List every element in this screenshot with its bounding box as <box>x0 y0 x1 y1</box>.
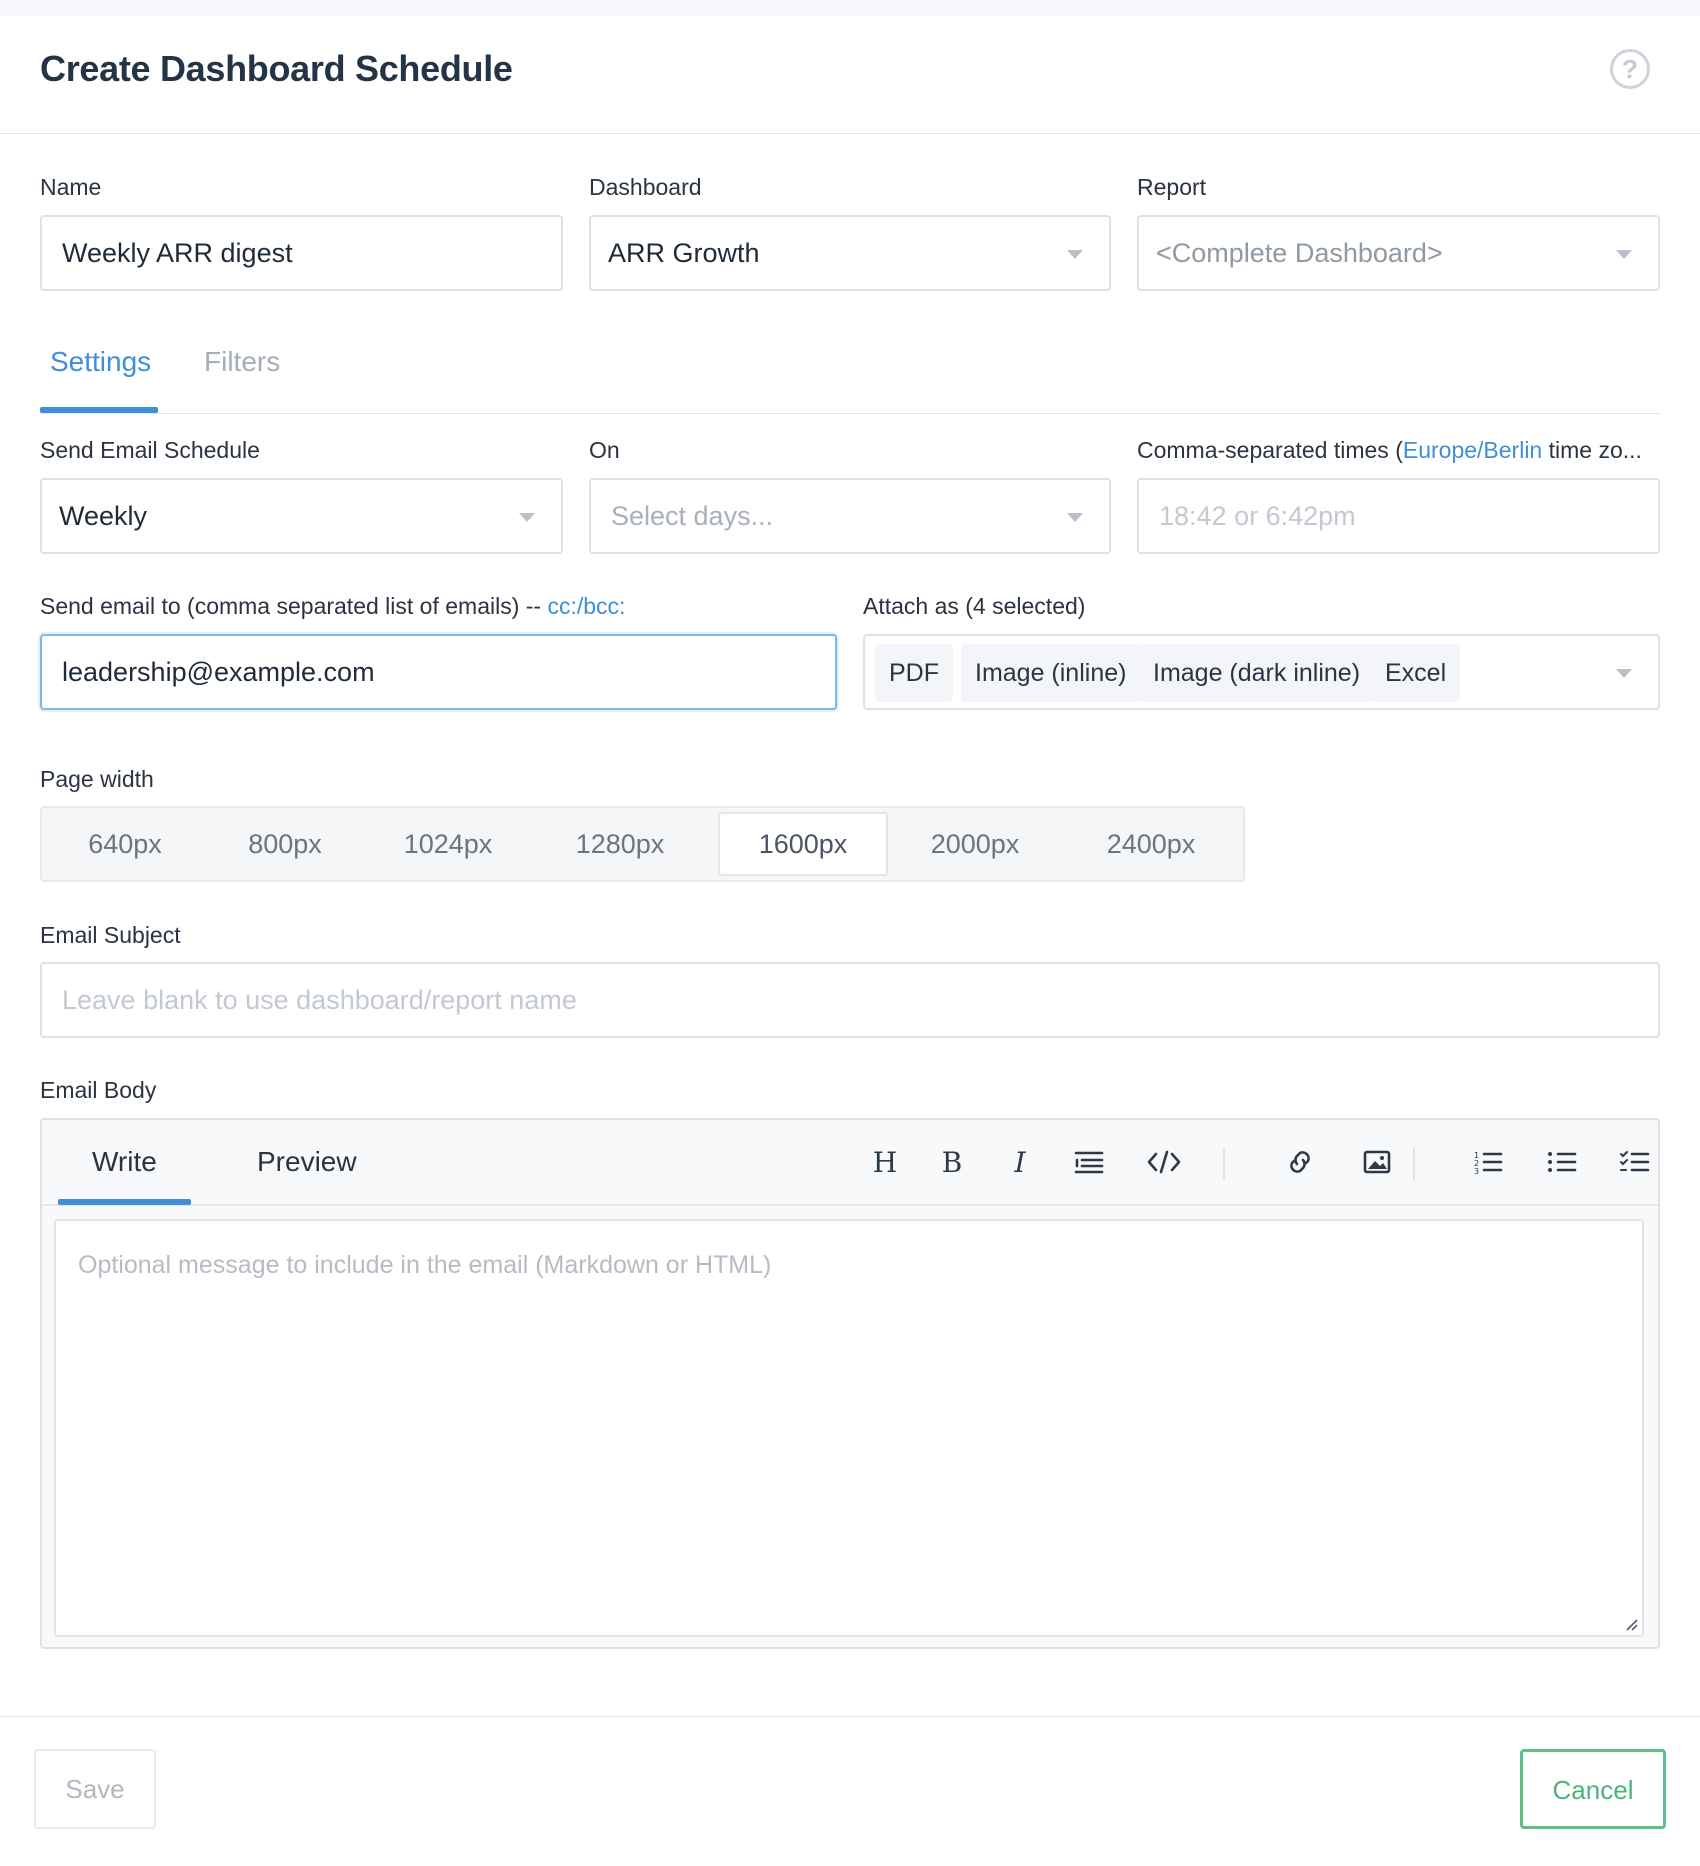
page-width-2400[interactable]: 2400px <box>1064 812 1238 876</box>
report-select[interactable]: <Complete Dashboard> <box>1137 215 1660 291</box>
report-select-placeholder: <Complete Dashboard> <box>1156 238 1443 268</box>
chevron-down-icon <box>1616 669 1632 678</box>
recipients-input[interactable]: leadership@example.com <box>40 634 837 710</box>
times-input[interactable]: 18:42 or 6:42pm <box>1137 478 1660 554</box>
active-tab-indicator <box>40 407 158 413</box>
toolbar-divider <box>1223 1148 1225 1180</box>
editor-tab-write[interactable]: Write <box>92 1146 157 1178</box>
body-label: Email Body <box>40 1077 157 1103</box>
name-input-value: Weekly ARR digest <box>62 238 293 268</box>
days-select-placeholder: Select days... <box>611 501 774 531</box>
schedule-modal: Create Dashboard Schedule ? Name Weekly … <box>0 16 1700 1866</box>
times-label: Comma-separated times (Europe/Berlin tim… <box>1137 437 1642 464</box>
page-width-segmented: 640px 800px 1024px 1280px 1600px 2000px … <box>40 806 1245 882</box>
code-icon[interactable] <box>1144 1142 1184 1182</box>
ordered-list-icon[interactable]: 123 <box>1468 1142 1508 1182</box>
dashboard-select[interactable]: ARR Growth <box>589 215 1111 291</box>
times-input-placeholder: 18:42 or 6:42pm <box>1159 501 1356 531</box>
email-body-editor: Write Preview H B I 123 Optional message… <box>40 1118 1660 1649</box>
report-label: Report <box>1137 174 1207 200</box>
page-width-800[interactable]: 800px <box>208 812 362 876</box>
unordered-list-icon[interactable] <box>1542 1142 1582 1182</box>
schedule-select-value: Weekly <box>59 501 148 531</box>
page-width-1600[interactable]: 1600px <box>718 812 888 876</box>
page-width-2000[interactable]: 2000px <box>888 812 1062 876</box>
settings-tabs: Settings Filters <box>40 334 1660 414</box>
on-label: On <box>589 437 620 463</box>
times-label-prefix: Comma-separated times ( <box>1137 437 1403 463</box>
page-width-1024[interactable]: 1024px <box>362 812 534 876</box>
subject-label: Email Subject <box>40 922 181 948</box>
chevron-down-icon <box>1616 250 1632 259</box>
modal-footer: Save Cancel <box>0 1716 1700 1866</box>
quote-icon[interactable] <box>1069 1142 1109 1182</box>
page-width-label: Page width <box>40 766 154 792</box>
subject-input[interactable]: Leave blank to use dashboard/report name <box>40 962 1660 1038</box>
schedule-select[interactable]: Weekly <box>40 478 563 554</box>
chevron-down-icon <box>1067 250 1083 259</box>
chevron-down-icon <box>519 513 535 522</box>
task-list-icon[interactable] <box>1615 1142 1655 1182</box>
image-icon[interactable] <box>1357 1142 1397 1182</box>
resize-handle-icon[interactable] <box>1622 1615 1638 1631</box>
email-body-placeholder: Optional message to include in the email… <box>78 1251 772 1279</box>
schedule-label: Send Email Schedule <box>40 437 260 463</box>
name-input[interactable]: Weekly ARR digest <box>40 215 563 291</box>
page-title: Create Dashboard Schedule <box>40 48 513 89</box>
save-button[interactable]: Save <box>34 1749 156 1829</box>
attach-chip-image-dark-inline[interactable]: Image (dark inline) <box>1139 644 1375 702</box>
recipients-label: Send email to (comma separated list of e… <box>40 593 625 620</box>
recipients-input-value: leadership@example.com <box>62 657 375 687</box>
attach-chip-pdf[interactable]: PDF <box>875 644 953 702</box>
heading-icon[interactable]: H <box>865 1142 905 1182</box>
subject-input-placeholder: Leave blank to use dashboard/report name <box>62 985 577 1015</box>
question-circle-icon[interactable]: ? <box>1610 49 1650 89</box>
page-width-640[interactable]: 640px <box>42 812 208 876</box>
bold-icon[interactable]: B <box>932 1142 972 1182</box>
email-body-textarea[interactable]: Optional message to include in the email… <box>54 1219 1644 1637</box>
name-label: Name <box>40 174 102 200</box>
attach-chip-excel[interactable]: Excel <box>1371 644 1461 702</box>
attach-label: Attach as (4 selected) <box>863 593 1086 619</box>
timezone-link[interactable]: Europe/Berlin <box>1403 437 1542 463</box>
tab-filters[interactable]: Filters <box>204 346 280 378</box>
toolbar-divider <box>1413 1148 1415 1180</box>
recipients-label-text: Send email to (comma separated list of e… <box>40 593 542 619</box>
editor-toolbar: Write Preview H B I 123 <box>42 1120 1658 1206</box>
dashboard-select-value: ARR Growth <box>608 238 760 268</box>
dashboard-label: Dashboard <box>589 174 702 200</box>
chevron-down-icon <box>1067 513 1083 522</box>
italic-icon[interactable]: I <box>1000 1142 1040 1182</box>
editor-active-tab-indicator <box>58 1199 191 1205</box>
modal-header: Create Dashboard Schedule ? <box>0 16 1700 134</box>
editor-tab-preview[interactable]: Preview <box>257 1146 357 1178</box>
page-width-1280[interactable]: 1280px <box>534 812 706 876</box>
cc-bcc-link[interactable]: cc:/bcc: <box>547 593 625 619</box>
link-icon[interactable] <box>1280 1142 1320 1182</box>
attach-chip-image-inline[interactable]: Image (inline) <box>961 644 1141 702</box>
tab-settings[interactable]: Settings <box>50 346 151 378</box>
svg-text:3: 3 <box>1474 1167 1479 1175</box>
cancel-button[interactable]: Cancel <box>1520 1749 1666 1829</box>
attach-multiselect[interactable]: PDF Image (inline) Image (dark inline) E… <box>863 634 1660 710</box>
times-label-suffix: time zo... <box>1542 437 1642 463</box>
days-select[interactable]: Select days... <box>589 478 1111 554</box>
